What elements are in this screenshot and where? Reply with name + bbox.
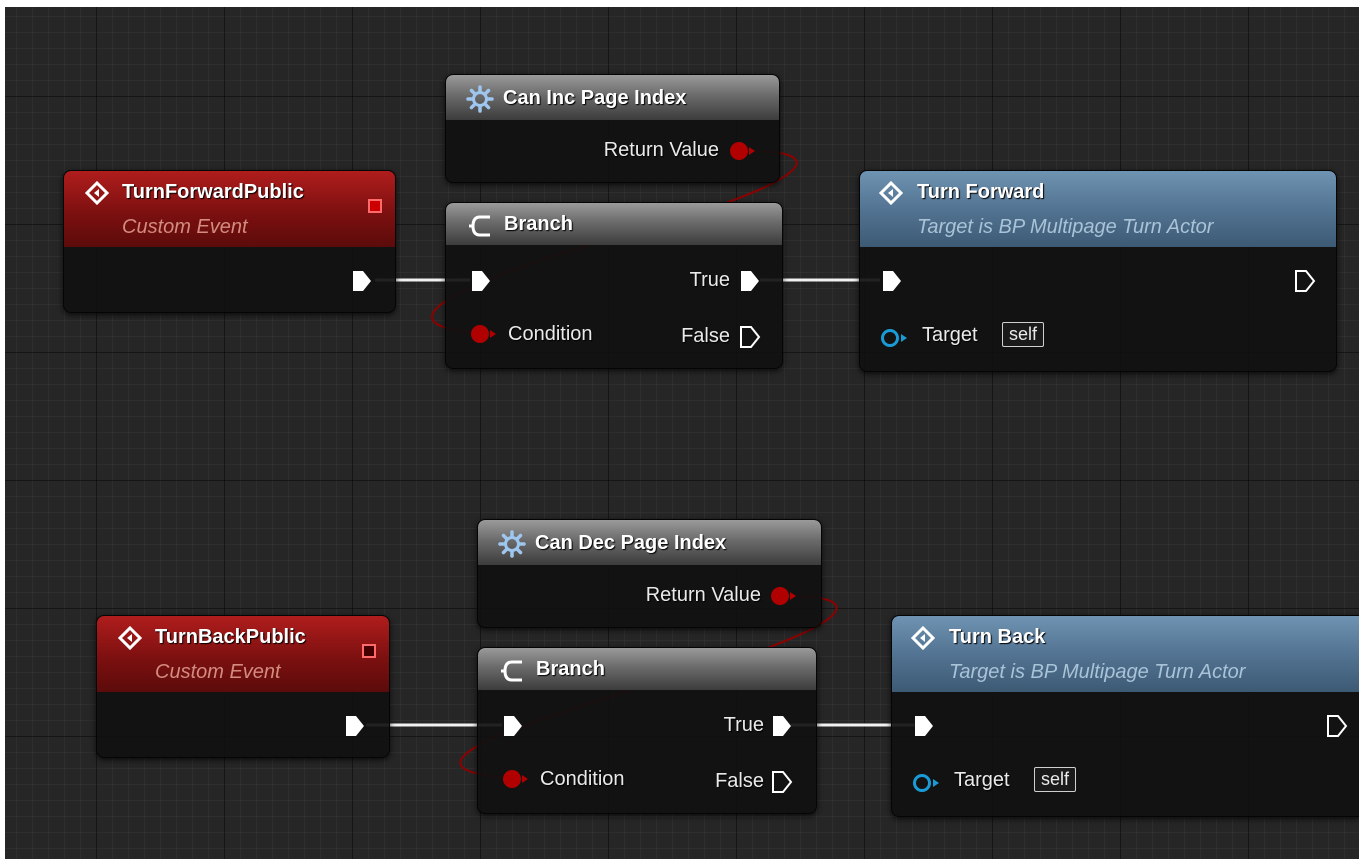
target-label: Target [954,769,1010,791]
object-target-pin[interactable] [912,772,942,794]
branch-icon [469,215,490,237]
delegate-pin[interactable] [362,644,376,658]
exec-input-pin[interactable] [470,269,492,293]
false-label: False [715,770,764,792]
exec-input-pin[interactable] [881,269,903,293]
node-subtitle: Custom Event [122,216,248,238]
pure-node-can-inc-page-index[interactable]: Can Inc Page Index Return Value [445,74,780,183]
bool-condition-pin[interactable] [502,769,530,789]
node-title: Branch [536,658,605,680]
exec-input-pin[interactable] [502,714,524,738]
exec-true-pin[interactable] [739,269,761,293]
pure-node-can-dec-page-index[interactable]: Can Dec Page Index Return Value [477,519,822,628]
branch-icon [501,660,522,682]
delegate-pin[interactable] [368,199,382,213]
exec-false-pin[interactable] [739,325,761,349]
exec-input-pin[interactable] [913,714,935,738]
self-default-box[interactable]: self [1034,767,1077,792]
node-header [446,203,782,245]
return-value-label: Return Value [603,139,719,161]
event-diamond-icon [118,626,142,650]
event-node-turn-forward-public[interactable]: TurnForwardPublic Custom Event [63,170,396,313]
bool-output-pin[interactable] [729,141,757,161]
function-node-turn-forward[interactable]: Turn Forward Target is BP Multipage Turn… [859,170,1337,372]
event-node-turn-back-public[interactable]: TurnBackPublic Custom Event [96,615,390,758]
bool-output-pin[interactable] [770,586,798,606]
node-title: TurnBackPublic [155,626,306,648]
true-label: True [689,269,730,291]
branch-node[interactable]: Branch True Condition False [477,647,817,814]
node-title: Branch [504,213,573,235]
condition-label: Condition [508,323,593,345]
exec-output-pin[interactable] [351,269,373,293]
function-diamond-icon [879,181,903,205]
exec-output-pin[interactable] [1326,714,1348,738]
exec-output-pin[interactable] [344,714,366,738]
gear-function-icon [498,530,526,558]
node-subtitle: Target is BP Multipage Turn Actor [949,661,1246,683]
object-target-pin[interactable] [880,327,910,349]
exec-true-pin[interactable] [771,714,793,738]
branch-node[interactable]: Branch True Condition False [445,202,783,369]
gear-function-icon [466,85,494,113]
node-header [478,648,816,690]
return-value-label: Return Value [645,584,761,606]
target-label: Target [922,324,978,346]
bool-condition-pin[interactable] [470,324,498,344]
self-default-box[interactable]: self [1002,322,1045,347]
function-node-turn-back[interactable]: Turn Back Target is BP Multipage Turn Ac… [891,615,1359,817]
condition-label: Condition [540,768,625,790]
node-subtitle: Custom Event [155,661,281,683]
node-subtitle: Target is BP Multipage Turn Actor [917,216,1214,238]
false-label: False [681,325,730,347]
function-diamond-icon [911,626,935,650]
node-title: Can Inc Page Index [503,87,687,109]
node-title: Can Dec Page Index [535,532,727,554]
exec-false-pin[interactable] [771,770,793,794]
exec-output-pin[interactable] [1294,269,1316,293]
true-label: True [723,714,764,736]
node-title: Turn Back [949,626,1046,648]
event-diamond-icon [85,181,109,205]
node-title: TurnForwardPublic [122,181,304,203]
node-title: Turn Forward [917,181,1045,203]
